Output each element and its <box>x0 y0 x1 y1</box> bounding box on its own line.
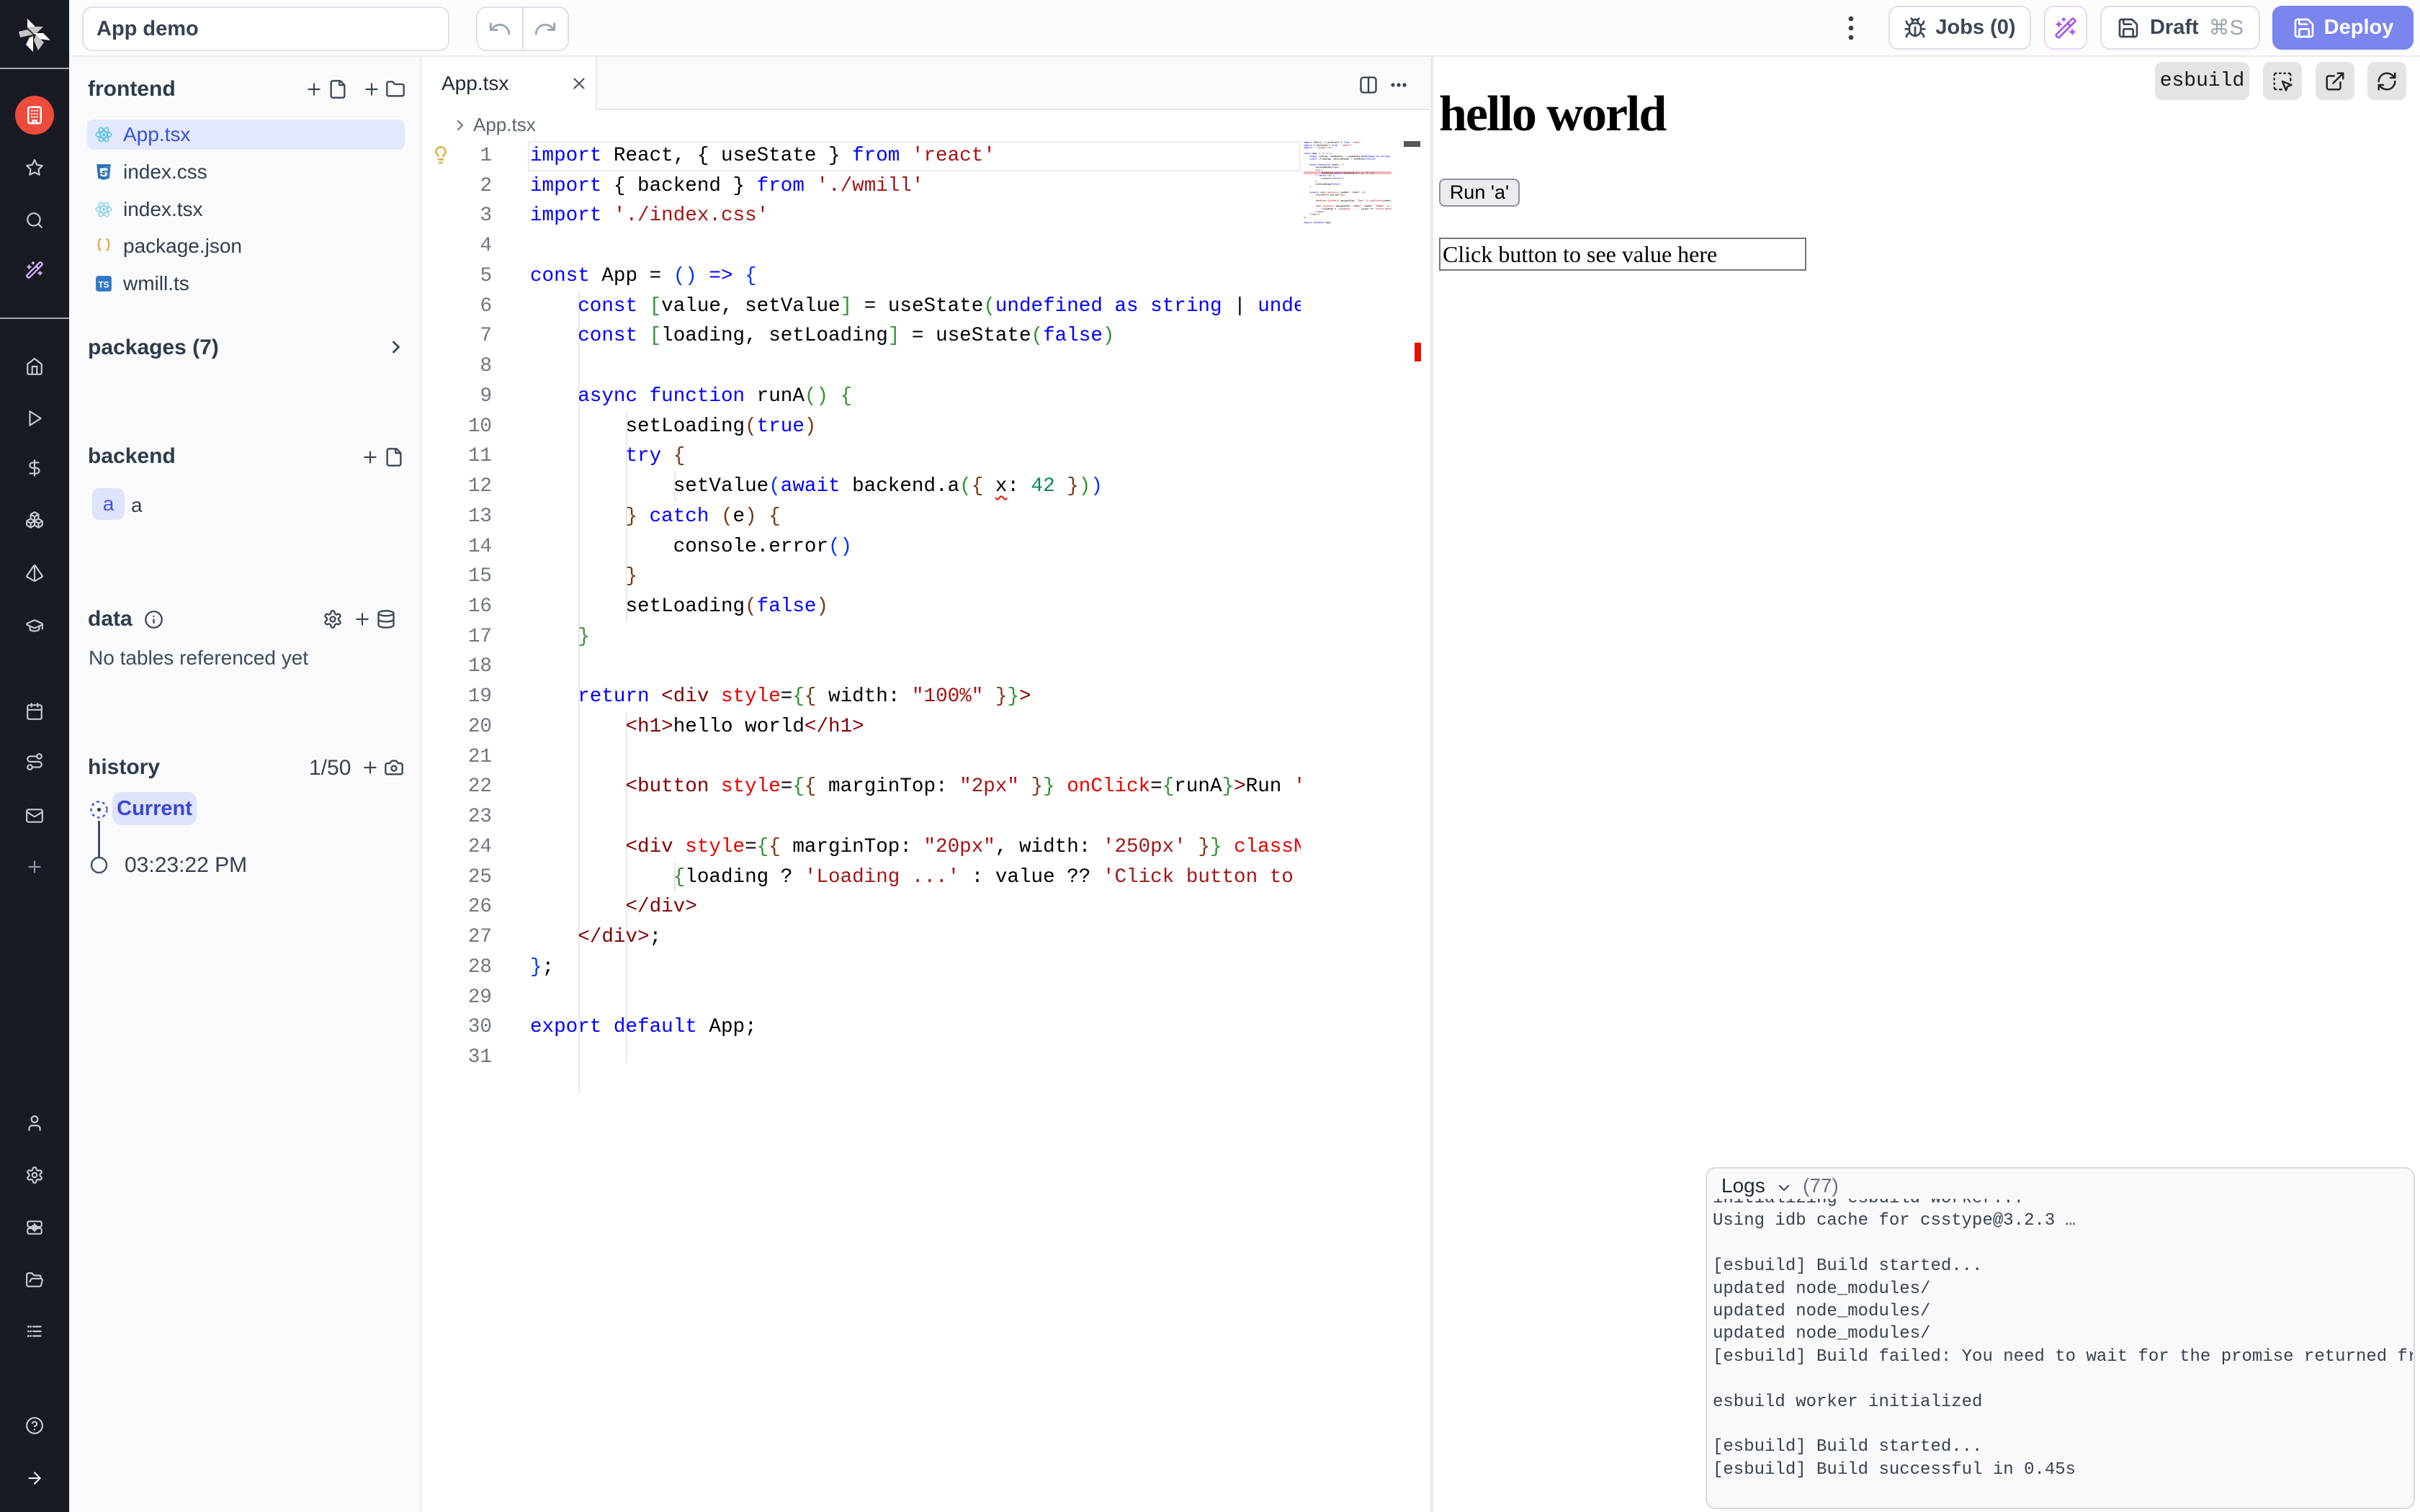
svg-text:TS: TS <box>98 279 109 289</box>
